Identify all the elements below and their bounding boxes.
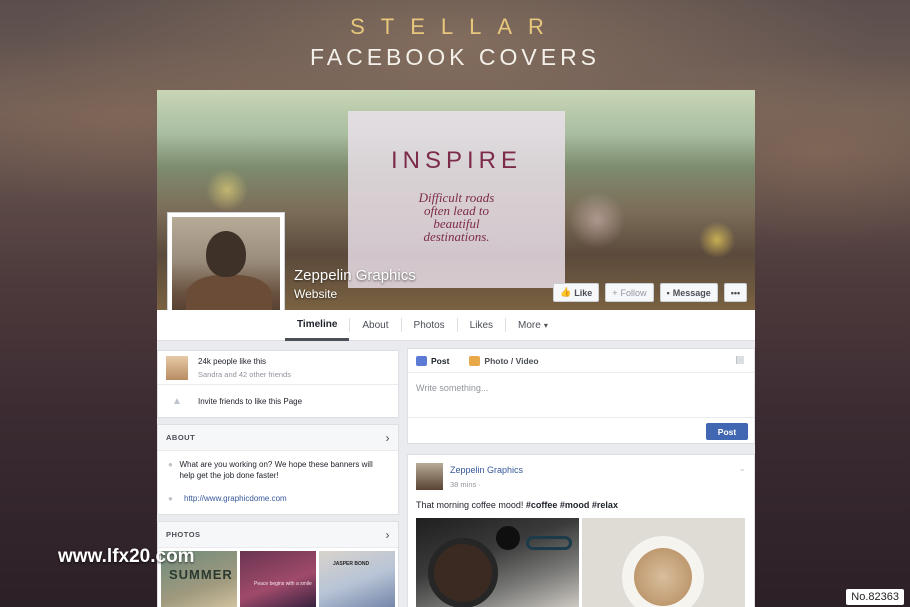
- item-number-badge: No.82363: [846, 589, 904, 605]
- tab-photo-video[interactable]: Photo / Video: [469, 355, 539, 366]
- cover-quote: Difficult roads often lead to beautiful …: [348, 191, 565, 243]
- tab-label: Likes: [469, 319, 494, 331]
- post-text: That morning coffee mood! #coffee #mood …: [408, 494, 754, 518]
- glasses-shape: [526, 536, 572, 550]
- likes-card: 24k people like this Sandra and 42 other…: [157, 350, 399, 418]
- post-image-coffee-desk[interactable]: [416, 518, 579, 607]
- invite-label: Invite friends to like this Page: [198, 396, 303, 406]
- hero-title-covers: FACEBOOK COVERS: [309, 44, 601, 70]
- globe-icon: ·: [478, 480, 481, 489]
- composer-tabs: Post Photo / Video: [408, 349, 754, 373]
- facebook-page-mockup: INSPIRE Difficult roads often lead to be…: [157, 90, 755, 607]
- tab-likes[interactable]: Likes: [458, 310, 505, 341]
- photo-thumbnail[interactable]: JASPER BOND: [319, 551, 395, 607]
- about-heading: ABOUT: [166, 433, 196, 442]
- post-header: Zeppelin Graphics 38 mins · ⌄: [408, 455, 754, 494]
- thumb-title: SUMMER: [169, 567, 233, 582]
- composer-input[interactable]: Write something...: [408, 373, 754, 417]
- person-icon: ▲: [172, 395, 182, 407]
- post-timestamp: 38 mins ·: [450, 480, 523, 489]
- tab-label: About: [362, 319, 389, 331]
- photo-thumbnail[interactable]: Peace begins with a smile: [240, 551, 316, 607]
- tab-photo-label: Photo / Video: [484, 355, 539, 366]
- follow-button[interactable]: + Follow: [605, 283, 654, 302]
- tab-label: Timeline: [297, 319, 338, 330]
- nav-spacer: [157, 310, 285, 341]
- head-shape: [206, 231, 246, 277]
- message-button[interactable]: ▪ Message: [659, 283, 718, 302]
- thumb-subtitle: Peace begins with a smile: [254, 581, 312, 587]
- lamp-shape: [496, 526, 520, 550]
- thumbs-up-icon: 👍: [560, 287, 572, 297]
- info-icon: ●: [168, 460, 173, 469]
- left-sidebar: 24k people like this Sandra and 42 other…: [157, 350, 399, 607]
- tab-photos[interactable]: Photos: [402, 310, 457, 341]
- post-hashtags[interactable]: #coffee #mood #relax: [526, 500, 618, 510]
- post-images: [408, 518, 754, 607]
- globe-icon: ●: [168, 494, 173, 503]
- more-options-button[interactable]: •••: [723, 283, 748, 302]
- tab-post-label: Post: [431, 355, 450, 366]
- composer-footer: Post: [408, 417, 754, 443]
- tab-timeline[interactable]: Timeline: [285, 310, 350, 341]
- tab-post[interactable]: Post: [416, 355, 450, 366]
- post-text-body: That morning coffee mood!: [416, 500, 526, 510]
- chevron-down-icon[interactable]: ⌄: [738, 463, 746, 474]
- post-composer: Post Photo / Video Write something... Po…: [407, 348, 755, 444]
- post-author[interactable]: Zeppelin Graphics: [450, 465, 523, 475]
- page-name[interactable]: Zeppelin Graphics: [294, 267, 416, 284]
- likes-count: 24k people like this: [198, 356, 267, 366]
- tab-more[interactable]: More ▾: [506, 310, 560, 341]
- hero-title-stellar: STELLAR: [350, 14, 560, 39]
- cover-headline: INSPIRE: [390, 147, 523, 174]
- profile-photo: [172, 217, 280, 325]
- about-header[interactable]: ABOUT ›: [158, 425, 398, 451]
- tab-label: More: [518, 319, 541, 331]
- quote-line: destinations.: [423, 229, 490, 244]
- message-label: Message: [672, 287, 711, 298]
- about-text: What are you working on? We hope these b…: [179, 460, 373, 480]
- photos-heading: PHOTOS: [166, 530, 201, 539]
- more-label: •••: [730, 287, 741, 298]
- likes-summary[interactable]: 24k people like this Sandra and 42 other…: [158, 351, 398, 385]
- page-nav-tabs: Timeline About Photos Likes More ▾: [285, 310, 755, 341]
- coffee-cup-shape: [428, 538, 498, 607]
- message-icon: ▪: [666, 287, 670, 298]
- website-link[interactable]: http://www.graphicdome.com: [184, 493, 287, 504]
- thumb-title: JASPER BOND: [333, 561, 370, 567]
- likes-friends: Sandra and 42 other friends: [198, 369, 291, 379]
- flag-icon[interactable]: [736, 356, 744, 364]
- avatar[interactable]: [416, 463, 443, 490]
- about-description: ● What are you working on? We hope these…: [158, 451, 398, 485]
- like-label: Like: [574, 287, 593, 298]
- tab-about[interactable]: About: [350, 310, 400, 341]
- follow-label: Follow: [620, 287, 647, 298]
- invite-friends-link[interactable]: ▲ Invite friends to like this Page: [158, 385, 398, 417]
- photo-icon: [469, 355, 481, 366]
- feed-post: Zeppelin Graphics 38 mins · ⌄ That morni…: [407, 454, 755, 607]
- post-time-text: 38 mins: [450, 480, 477, 489]
- friend-avatar: [166, 355, 188, 380]
- post-image-latte[interactable]: [582, 518, 745, 607]
- about-card: ABOUT › ● What are you working on? We ho…: [157, 424, 399, 515]
- cover-action-buttons: 👍 Like + Follow ▪ Message •••: [553, 283, 748, 302]
- about-website: ● http://www.graphicdome.com: [158, 485, 398, 514]
- main-column: Post Photo / Video Write something... Po…: [407, 348, 755, 607]
- chevron-right-icon: ›: [385, 430, 390, 445]
- like-button[interactable]: 👍 Like: [553, 283, 600, 302]
- watermark: www.lfx20.com: [58, 546, 195, 567]
- pencil-icon: [416, 355, 427, 366]
- latte-shape: [634, 548, 692, 606]
- photos-header[interactable]: PHOTOS ›: [158, 522, 398, 548]
- cover-quote-box: INSPIRE Difficult roads often lead to be…: [348, 111, 565, 288]
- post-button[interactable]: Post: [706, 423, 748, 440]
- tab-label: Photos: [413, 319, 445, 331]
- page-category: Website: [294, 287, 338, 301]
- caret-down-icon: ▾: [543, 320, 548, 330]
- plus-icon: +: [612, 287, 618, 298]
- chevron-right-icon: ›: [385, 527, 390, 542]
